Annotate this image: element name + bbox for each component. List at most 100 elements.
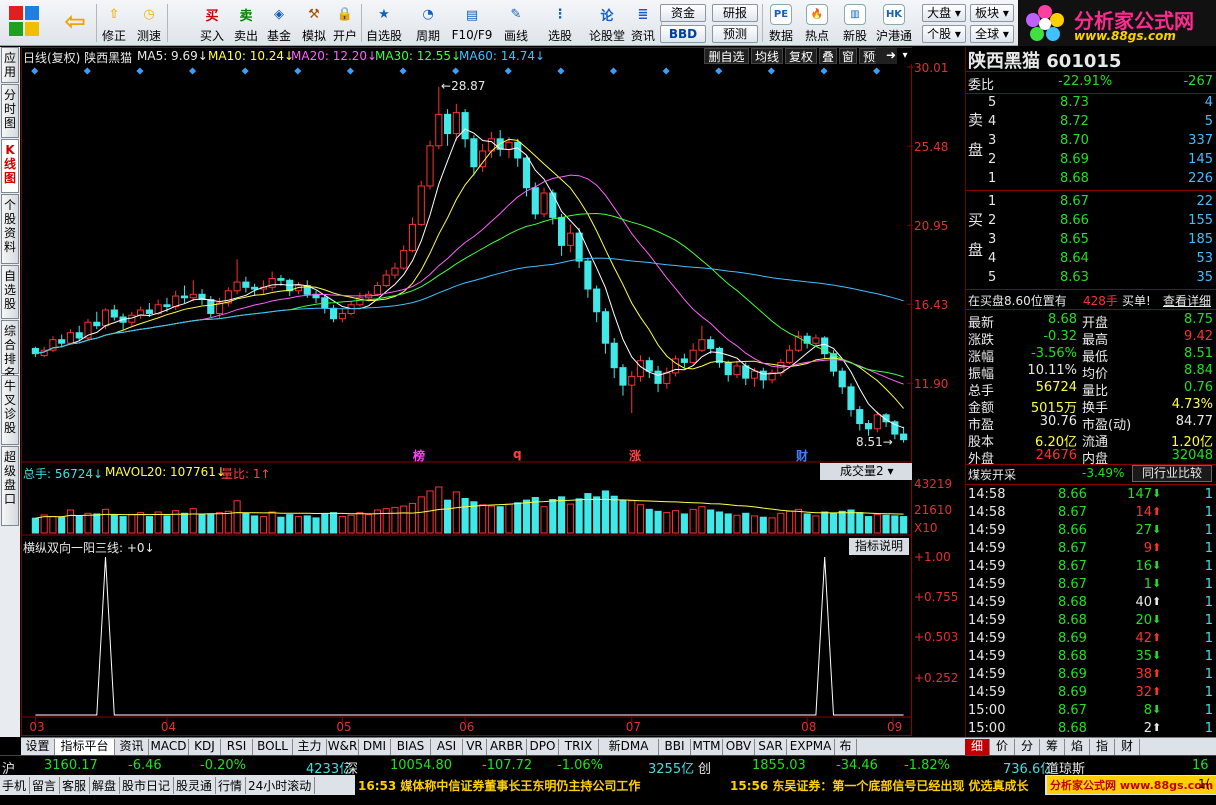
quanqiu-dropdown[interactable]: 全球 ▾ bbox=[970, 25, 1014, 43]
brand-badge[interactable]: 分析家公式网 www.88gs.com bbox=[1047, 776, 1216, 794]
industry-name[interactable]: 煤炭开采 bbox=[968, 466, 1016, 483]
indicator-tab-资讯[interactable]: 资讯 bbox=[115, 739, 149, 755]
volume-indicator-dropdown[interactable]: 成交量2 ▾ bbox=[820, 463, 912, 480]
gegu-dropdown[interactable]: 个股 ▾ bbox=[922, 25, 966, 43]
F10/F9-button[interactable]: ▤ F10/F9 bbox=[450, 2, 494, 44]
left-tab-应用[interactable]: 应 用 bbox=[1, 47, 19, 83]
back-button[interactable]: ⇦ bbox=[56, 2, 94, 44]
right-tab-筹[interactable]: 筹 bbox=[1040, 739, 1065, 755]
indicator-tab-BIAS[interactable]: BIAS bbox=[391, 739, 431, 755]
开户-button[interactable]: 🔒 开户 bbox=[330, 2, 360, 44]
周期-button[interactable]: ◔ 周期 bbox=[408, 2, 448, 44]
indicator-tab-MACD[interactable]: MACD bbox=[149, 739, 189, 755]
测速-button[interactable]: ◷ 测速 bbox=[132, 2, 166, 44]
sell-row[interactable]: 4 8.72 5 bbox=[966, 114, 1216, 131]
status-item-股市日记[interactable]: 股市日记 bbox=[122, 777, 175, 794]
status-item-行情[interactable]: 行情 bbox=[218, 777, 247, 794]
sell-row[interactable]: 5 8.73 4 bbox=[966, 95, 1216, 112]
status-item-手机[interactable]: 手机 bbox=[2, 777, 31, 794]
indicator-tab-OBV[interactable]: OBV bbox=[723, 739, 755, 755]
新股-button[interactable]: ▥ 新股 bbox=[838, 2, 872, 44]
kline-chart-area[interactable]: 日线(复权) 陕西黑猫 MA5: 9.69↓ MA10: 10.24↓ MA20… bbox=[21, 47, 965, 737]
sell-row[interactable]: 1 8.68 226 bbox=[966, 171, 1216, 188]
left-tab-分时图[interactable]: 分 时 图 bbox=[1, 84, 19, 138]
chart-button-窗[interactable]: 窗 bbox=[839, 48, 857, 64]
indicator-tab-SAR[interactable]: SAR bbox=[755, 739, 787, 755]
right-tab-分[interactable]: 分 bbox=[1015, 739, 1040, 755]
indicator-tab-设置[interactable]: 设置 bbox=[21, 739, 55, 755]
自选股-button[interactable]: ★ 自选股 bbox=[362, 2, 406, 44]
基金-button[interactable]: ◈ 基金 bbox=[262, 2, 296, 44]
sell-row[interactable]: 3 8.70 337 bbox=[966, 133, 1216, 150]
bbd-button[interactable]: BBD bbox=[660, 25, 706, 43]
indicator-tab-指标平台[interactable]: 指标平台 bbox=[55, 739, 115, 755]
chart-menu-arrow-icon[interactable]: ▾ bbox=[897, 48, 913, 64]
indicator-tab-KDJ[interactable]: KDJ bbox=[189, 739, 221, 755]
industry-compare-button[interactable]: 同行业比较 bbox=[1132, 465, 1212, 482]
indicator-tab-新DMA[interactable]: 新DMA bbox=[599, 739, 659, 755]
left-tab-超级盘口[interactable]: 超 级 盘 口 bbox=[1, 446, 19, 526]
status-item-留言[interactable]: 留言 bbox=[32, 777, 61, 794]
zijin-button[interactable]: 资金 bbox=[660, 4, 706, 22]
right-tab-价[interactable]: 价 bbox=[990, 739, 1015, 755]
brand-logo[interactable]: 分析家公式网 www.88gs.com bbox=[1018, 0, 1216, 46]
buy-row[interactable]: 4 8.64 53 bbox=[966, 251, 1216, 268]
indicator-tab-TRIX[interactable]: TRIX bbox=[559, 739, 599, 755]
status-item-股灵通[interactable]: 股灵通 bbox=[176, 777, 217, 794]
indicator-tab-RSI[interactable]: RSI bbox=[221, 739, 253, 755]
indicator-tab-ARBR[interactable]: ARBR bbox=[487, 739, 527, 755]
买入-button[interactable]: 买买入 bbox=[196, 2, 228, 44]
sell-row[interactable]: 2 8.69 145 bbox=[966, 152, 1216, 169]
热点-button[interactable]: 🔥 热点 bbox=[800, 2, 834, 44]
yuce-button[interactable]: 预测 bbox=[712, 25, 758, 43]
indicator-tab-主力[interactable]: 主力 bbox=[293, 739, 327, 755]
right-tab-指[interactable]: 指 bbox=[1090, 739, 1115, 755]
right-tab-财[interactable]: 财 bbox=[1115, 739, 1140, 755]
logo-squares-icon[interactable] bbox=[3, 2, 45, 44]
news-ticker[interactable]: 16:53 媒体称中信证券董事长王东明仍主持公司工作 15:56 东吴证券：第一… bbox=[355, 775, 1045, 795]
indicator-tab-VR[interactable]: VR bbox=[463, 739, 487, 755]
bankuai-dropdown[interactable]: 板块 ▾ bbox=[970, 4, 1014, 22]
event-marker-zhang[interactable]: 涨 bbox=[629, 447, 641, 464]
left-tab-牛叉诊股[interactable]: 牛 叉 诊 股 bbox=[1, 375, 19, 445]
news-item[interactable]: 15:56 东吴证券：第一个底部信号已经出现 优选真成长 bbox=[730, 777, 1029, 794]
left-tab-个股资料[interactable]: 个 股 资 料 bbox=[1, 194, 19, 264]
修正-button[interactable]: ⇧ 修正 bbox=[98, 2, 130, 44]
沪港通-button[interactable]: HK 沪港通 bbox=[872, 2, 916, 44]
buy-row[interactable]: 3 8.65 185 bbox=[966, 232, 1216, 249]
status-item-24小时滚动[interactable]: 24小时滚动 bbox=[248, 777, 316, 794]
chart-button-均线[interactable]: 均线 bbox=[751, 48, 783, 64]
dapan-dropdown[interactable]: 大盘 ▾ bbox=[922, 4, 966, 22]
event-marker-cai[interactable]: 财 bbox=[796, 447, 808, 464]
论股堂-button[interactable]: 论论股堂 bbox=[588, 2, 626, 44]
indicator-tab-BBI[interactable]: BBI bbox=[659, 739, 691, 755]
模拟-button[interactable]: ⚒ 模拟 bbox=[298, 2, 330, 44]
chart-button-叠[interactable]: 叠 bbox=[819, 48, 837, 64]
indicator-tab-DPO[interactable]: DPO bbox=[527, 739, 559, 755]
left-tab-自选股[interactable]: 自 选 股 bbox=[1, 265, 19, 319]
status-item-客服[interactable]: 客服 bbox=[62, 777, 91, 794]
indicator-tab-W&R[interactable]: W&R bbox=[327, 739, 359, 755]
left-tab-K线图[interactable]: K 线 图 bbox=[1, 139, 19, 193]
buy-row[interactable]: 1 8.67 22 bbox=[966, 194, 1216, 211]
选股-button[interactable]: ⋮ 选股 bbox=[540, 2, 580, 44]
buy-row[interactable]: 2 8.66 155 bbox=[966, 213, 1216, 230]
news-item[interactable]: 16:53 媒体称中信证券董事长王东明仍主持公司工作 bbox=[358, 777, 640, 794]
buy-row[interactable]: 5 8.63 35 bbox=[966, 270, 1216, 287]
资讯-button[interactable]: ≣ 资讯 bbox=[626, 2, 660, 44]
indicator-tab-ASI[interactable]: ASI bbox=[431, 739, 463, 755]
yanbao-button[interactable]: 研报 bbox=[712, 4, 758, 22]
indicator-tab-DMI[interactable]: DMI bbox=[359, 739, 391, 755]
event-marker-q[interactable]: q bbox=[513, 447, 522, 461]
indicator-help-button[interactable]: 指标说明 bbox=[849, 538, 909, 555]
数据-button[interactable]: PE 数据 bbox=[764, 2, 798, 44]
right-tab-焰[interactable]: 焰 bbox=[1065, 739, 1090, 755]
chart-button-复权[interactable]: 复权 bbox=[785, 48, 817, 64]
indicator-tab-MTM[interactable]: MTM bbox=[691, 739, 723, 755]
chart-button-删自选[interactable]: 删自选 bbox=[704, 48, 749, 64]
right-tab-细[interactable]: 细 bbox=[965, 739, 990, 755]
画线-button[interactable]: ✎ 画线 bbox=[496, 2, 536, 44]
status-item-解盘[interactable]: 解盘 bbox=[92, 777, 121, 794]
indicator-tab-EXPMA[interactable]: EXPMA bbox=[787, 739, 835, 755]
indicator-tab-布[interactable]: 布 bbox=[835, 739, 857, 755]
